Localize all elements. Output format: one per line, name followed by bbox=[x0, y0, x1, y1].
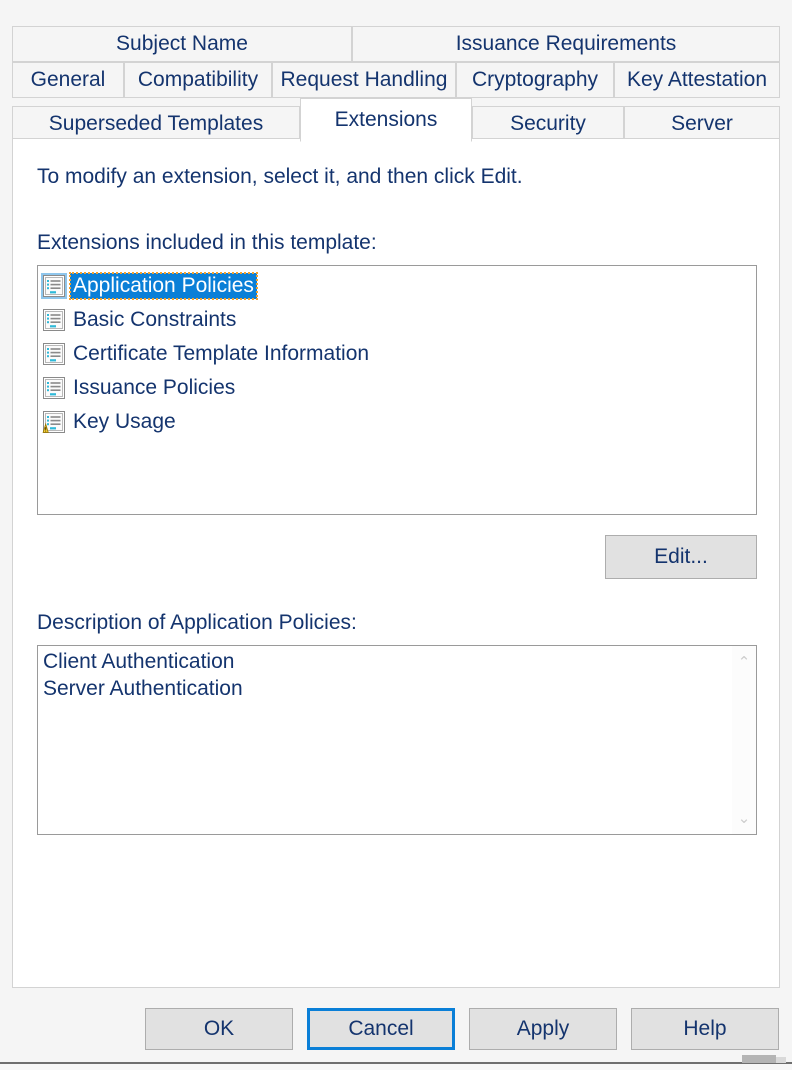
tab-label: Issuance Requirements bbox=[455, 32, 677, 55]
tab-label: Superseded Templates bbox=[48, 112, 264, 135]
certificate-extension-icon bbox=[41, 375, 67, 401]
cancel-button[interactable]: Cancel bbox=[307, 1008, 455, 1050]
tab-request-handling[interactable]: Request Handling bbox=[272, 62, 456, 98]
tab-server[interactable]: Server bbox=[624, 106, 780, 142]
extension-list-item[interactable]: Basic Constraints bbox=[41, 303, 756, 337]
extension-list-label: Extensions included in this template: bbox=[37, 231, 377, 254]
extension-list-item-label: Issuance Policies bbox=[73, 376, 236, 399]
tab-label: Cryptography bbox=[471, 68, 599, 91]
certificate-extension-icon bbox=[41, 273, 67, 299]
instruction-text: To modify an extension, select it, and t… bbox=[37, 165, 523, 188]
extension-list-item[interactable]: Key Usage bbox=[41, 405, 756, 439]
window-resize-grip-highlight bbox=[776, 1057, 786, 1063]
scroll-down-arrow-icon[interactable]: ⌄ bbox=[732, 806, 756, 830]
tab-row-3: Superseded Templates Extensions Security Se… bbox=[12, 98, 780, 142]
extension-list-item[interactable]: Application Policies bbox=[41, 269, 756, 303]
extension-list-item[interactable]: Certificate Template Information bbox=[41, 337, 756, 371]
tab-label: Key Attestation bbox=[626, 68, 768, 91]
tab-compatibility[interactable]: Compatibility bbox=[124, 62, 272, 98]
tab-issuance-requirements[interactable]: Issuance Requirements bbox=[352, 26, 780, 62]
extension-list-item-label: Certificate Template Information bbox=[73, 342, 370, 365]
tab-label: Extensions bbox=[334, 108, 438, 131]
window-resize-grip[interactable] bbox=[742, 1055, 776, 1063]
tab-label: General bbox=[30, 68, 106, 91]
tab-superseded-templates[interactable]: Superseded Templates bbox=[12, 106, 300, 142]
tab-label: Subject Name bbox=[116, 32, 248, 55]
apply-button[interactable]: Apply bbox=[469, 1008, 617, 1050]
tab-label: Request Handling bbox=[280, 68, 448, 91]
tab-key-attestation[interactable]: Key Attestation bbox=[614, 62, 780, 98]
tab-label: Server bbox=[671, 112, 733, 135]
certificate-template-properties-dialog: Subject Name Issuance Requirements Genera… bbox=[0, 0, 792, 1063]
tab-security[interactable]: Security bbox=[472, 106, 624, 142]
tab-extensions[interactable]: Extensions bbox=[300, 98, 472, 142]
scroll-up-arrow-icon[interactable]: ⌃ bbox=[732, 650, 756, 674]
certificate-extension-icon bbox=[41, 341, 67, 367]
description-textbox[interactable]: Client Authentication Server Authenticat… bbox=[37, 645, 757, 835]
certificate-extension-icon bbox=[41, 307, 67, 333]
tab-general[interactable]: General bbox=[12, 62, 124, 98]
tab-row-2: General Compatibility Request Handling Cryp… bbox=[12, 62, 780, 98]
tab-subject-name[interactable]: Subject Name bbox=[12, 26, 352, 62]
desktop-bottom-edge bbox=[0, 1062, 792, 1064]
ok-button[interactable]: OK bbox=[145, 1008, 293, 1050]
extensions-listbox[interactable]: Application Policies Basic Constraints Cer… bbox=[37, 265, 757, 515]
help-button[interactable]: Help bbox=[631, 1008, 779, 1050]
extensions-tab-panel: To modify an extension, select it, and t… bbox=[12, 138, 780, 988]
extension-list-item-label: Basic Constraints bbox=[73, 308, 237, 331]
tab-cryptography[interactable]: Cryptography bbox=[456, 62, 614, 98]
certificate-extension-warning-icon bbox=[41, 409, 67, 435]
extension-list-item[interactable]: Issuance Policies bbox=[41, 371, 756, 405]
tab-strip: Subject Name Issuance Requirements Genera… bbox=[12, 26, 780, 142]
tab-label: Compatibility bbox=[137, 68, 259, 91]
tab-row-1: Subject Name Issuance Requirements bbox=[12, 26, 780, 62]
edit-button[interactable]: Edit... bbox=[605, 535, 757, 579]
tab-label: Security bbox=[510, 112, 586, 135]
description-content: Client Authentication Server Authenticat… bbox=[43, 650, 243, 700]
extension-list-item-label: Application Policies bbox=[69, 272, 258, 300]
description-label: Description of Application Policies: bbox=[37, 611, 357, 634]
extension-list-item-label: Key Usage bbox=[73, 410, 176, 433]
description-scrollbar[interactable]: ⌃ ⌄ bbox=[731, 646, 756, 834]
